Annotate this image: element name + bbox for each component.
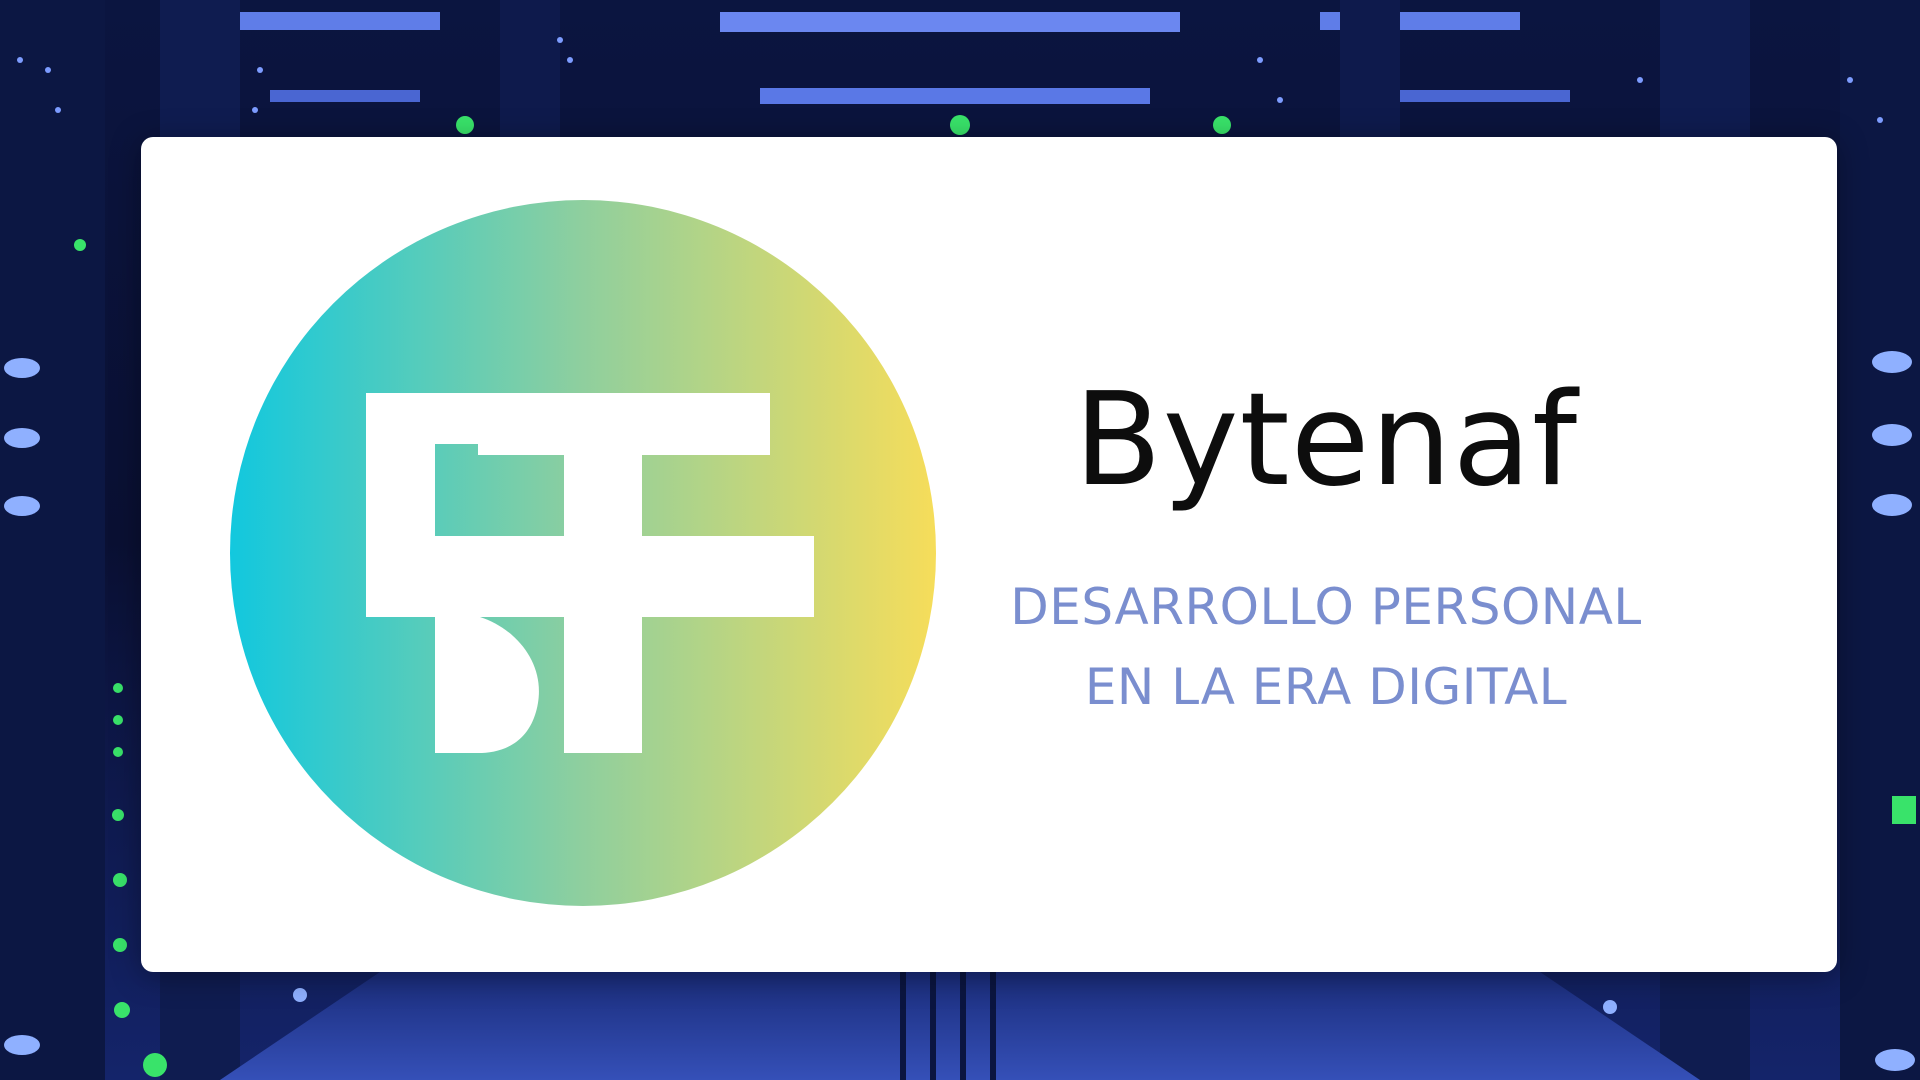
tagline-line-1: DESARROLLO PERSONAL [1010,578,1642,636]
logo-card: Bytenaf DESARROLLO PERSONAL EN LA ERA DI… [141,137,1837,972]
banner: Bytenaf DESARROLLO PERSONAL EN LA ERA DI… [0,0,1920,1080]
brand-tagline: DESARROLLO PERSONAL EN LA ERA DIGITAL [961,567,1691,727]
tagline-line-2: EN LA ERA DIGITAL [1084,658,1568,716]
bytenaf-logo [230,200,936,906]
brand-title: Bytenaf [1073,366,1579,515]
